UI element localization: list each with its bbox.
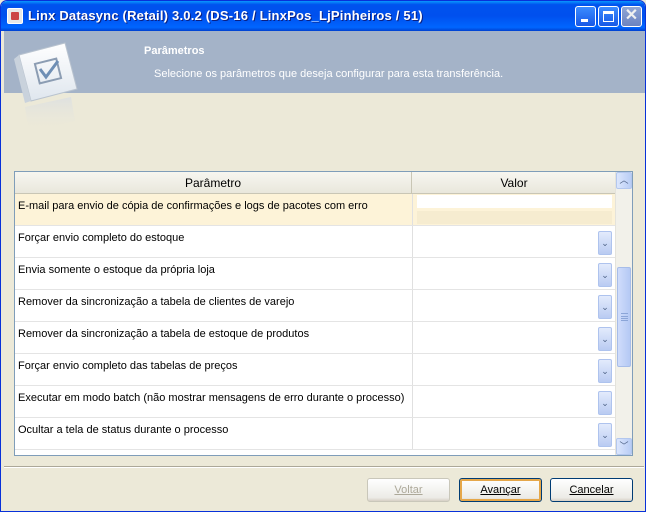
chevron-down-icon[interactable]: ⌄ [598, 231, 612, 255]
page-title: Parâmetros [144, 45, 205, 57]
scrollbar-thumb[interactable] [617, 267, 631, 367]
column-header-value[interactable]: Valor [413, 172, 615, 193]
cell-divider [412, 322, 413, 353]
wizard-header: Parâmetros Selecione os parâmetros que d… [4, 31, 645, 93]
minimize-button[interactable] [575, 6, 596, 27]
chevron-down-icon[interactable]: ⌄ [598, 359, 612, 383]
close-button[interactable]: ✕ [621, 6, 642, 27]
parameter-name: Executar em modo batch (não mostrar mens… [18, 392, 405, 404]
table-row[interactable]: Ocultar a tela de status durante o proce… [15, 418, 615, 450]
chevron-down-icon[interactable]: ⌄ [598, 263, 612, 287]
parameter-name: E-mail para envio de cópia de confirmaçõ… [18, 200, 368, 212]
title-bar[interactable]: Linx Datasync (Retail) 3.0.2 (DS-16 / Li… [1, 1, 645, 31]
cell-divider [412, 194, 413, 225]
cell-divider [412, 258, 413, 289]
parameter-name: Remover da sincronização a tabela de cli… [18, 296, 295, 308]
parameter-name: Forçar envio completo das tabelas de pre… [18, 360, 238, 372]
page-subtitle: Selecione os parâmetros que deseja confi… [154, 68, 504, 80]
grip-icon [621, 313, 628, 321]
cell-divider [412, 418, 413, 449]
chevron-down-icon[interactable]: ⌄ [598, 327, 612, 351]
grid-header: Parâmetro Valor [15, 172, 615, 194]
table-row[interactable]: E-mail para envio de cópia de confirmaçõ… [15, 194, 615, 226]
parameter-name: Forçar envio completo do estoque [18, 232, 185, 244]
cell-divider [412, 354, 413, 385]
scroll-down-icon[interactable]: ﹀ [616, 438, 632, 455]
app-window: Linx Datasync (Retail) 3.0.2 (DS-16 / Li… [0, 0, 646, 512]
back-button-label: Voltar [394, 484, 423, 496]
minimize-icon [581, 19, 588, 22]
window-title: Linx Datasync (Retail) 3.0.2 (DS-16 / Li… [28, 8, 423, 23]
vertical-scrollbar[interactable]: ︿ ﹀ [615, 172, 632, 455]
chevron-down-icon[interactable]: ⌄ [598, 295, 612, 319]
chevron-down-icon[interactable]: ⌄ [598, 423, 612, 447]
cancel-button-label: Cancelar [569, 484, 614, 496]
cell-divider [412, 386, 413, 417]
cell-divider [412, 290, 413, 321]
cancel-button[interactable]: Cancelar [550, 478, 633, 502]
table-row[interactable]: Forçar envio completo do estoque ⌄ [15, 226, 615, 258]
value-cell-background [417, 211, 612, 224]
app-icon [7, 8, 23, 24]
table-row[interactable]: Forçar envio completo das tabelas de pre… [15, 354, 615, 386]
back-button[interactable]: Voltar [367, 478, 450, 502]
cell-divider [412, 226, 413, 257]
chevron-down-icon[interactable]: ⌄ [598, 391, 612, 415]
table-row[interactable]: Remover da sincronização a tabela de est… [15, 322, 615, 354]
table-row[interactable]: Envia somente o estoque da própria loja … [15, 258, 615, 290]
checklist-icon [14, 42, 78, 133]
parameter-name: Remover da sincronização a tabela de est… [18, 328, 310, 340]
grid-rows: E-mail para envio de cópia de confirmaçõ… [15, 194, 615, 450]
maximize-button[interactable] [598, 6, 619, 27]
maximize-icon [603, 11, 614, 22]
table-row[interactable]: Remover da sincronização a tabela de cli… [15, 290, 615, 322]
header-spacer [4, 93, 645, 168]
next-button-label: Avançar [480, 484, 521, 496]
scroll-up-icon[interactable]: ︿ [616, 172, 632, 189]
footer-divider [4, 466, 644, 468]
parameters-grid: Parâmetro Valor E-mail para envio de cóp… [14, 171, 633, 456]
parameter-name: Envia somente o estoque da própria loja [18, 264, 215, 276]
next-button[interactable]: Avançar [459, 478, 542, 502]
parameter-name: Ocultar a tela de status durante o proce… [18, 424, 229, 436]
close-icon: ✕ [624, 7, 639, 24]
table-row[interactable]: Executar em modo batch (não mostrar mens… [15, 386, 615, 418]
column-header-parameter[interactable]: Parâmetro [15, 172, 412, 193]
email-value-input[interactable] [417, 195, 612, 208]
